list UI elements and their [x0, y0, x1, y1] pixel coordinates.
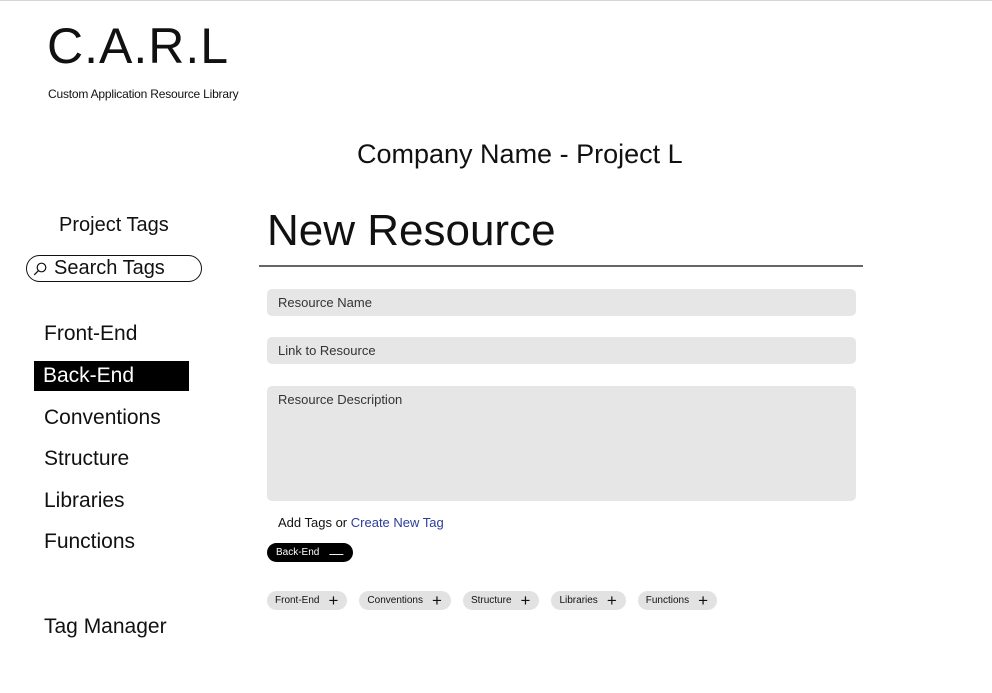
sidebar-item-libraries[interactable]: Libraries	[44, 486, 125, 516]
resource-name-field[interactable]: Resource Name	[267, 289, 856, 316]
tag-chip-functions[interactable]: Functions +	[637, 591, 718, 610]
tag-chip-label: Structure	[470, 595, 512, 606]
search-icon	[33, 262, 47, 275]
sidebar-item-back-end[interactable]: Back-End	[34, 361, 189, 391]
title-divider	[259, 265, 863, 267]
resource-description-field[interactable]: Resource Description	[267, 386, 856, 501]
selected-tag-back-end[interactable]: Back-End —	[267, 543, 354, 562]
minus-icon[interactable]: —	[329, 546, 343, 560]
plus-icon[interactable]: +	[698, 592, 708, 609]
tag-chip-conventions[interactable]: Conventions +	[359, 591, 451, 610]
project-tags-heading: Project Tags	[59, 214, 169, 236]
sidebar-item-functions[interactable]: Functions	[44, 527, 135, 557]
sidebar-item-conventions[interactable]: Conventions	[44, 403, 161, 433]
tag-chip-label: Libraries	[559, 595, 598, 606]
page-title: New Resource	[267, 206, 556, 255]
app-logo-title: C.A.R.L	[47, 18, 230, 74]
company-project-title: Company Name - Project L	[357, 139, 683, 169]
tag-chip-label: Conventions	[367, 595, 423, 606]
plus-icon[interactable]: +	[432, 592, 442, 609]
tag-chip-label: Front-End	[275, 595, 320, 606]
available-tags: Front-End + Conventions + Structure + Li…	[267, 591, 718, 610]
selected-tag-label: Back-End	[276, 547, 320, 558]
search-tags-label: Search Tags	[54, 257, 165, 279]
tag-chip-structure[interactable]: Structure +	[462, 591, 540, 610]
resource-description-placeholder: Resource Description	[278, 392, 403, 407]
plus-icon[interactable]: +	[328, 592, 338, 609]
sidebar-item-structure[interactable]: Structure	[44, 444, 129, 474]
search-tags-button[interactable]: Search Tags	[26, 255, 202, 282]
add-tags-text: Add Tags or	[278, 515, 351, 530]
tag-chip-libraries[interactable]: Libraries +	[551, 591, 626, 610]
tag-manager-link[interactable]: Tag Manager	[44, 615, 167, 639]
tag-chip-label: Functions	[645, 595, 690, 606]
plus-icon[interactable]: +	[521, 592, 531, 609]
add-tags-line: Add Tags or Create New Tag	[278, 515, 444, 530]
create-new-tag-link[interactable]: Create New Tag	[351, 515, 444, 530]
resource-link-field[interactable]: Link to Resource	[267, 337, 856, 364]
resource-name-placeholder: Resource Name	[278, 295, 372, 310]
plus-icon[interactable]: +	[607, 592, 617, 609]
sidebar-item-front-end[interactable]: Front-End	[44, 319, 137, 349]
tag-chip-front-end[interactable]: Front-End +	[267, 591, 348, 610]
resource-link-placeholder: Link to Resource	[278, 343, 376, 358]
app-logo-subtitle: Custom Application Resource Library	[48, 87, 239, 101]
